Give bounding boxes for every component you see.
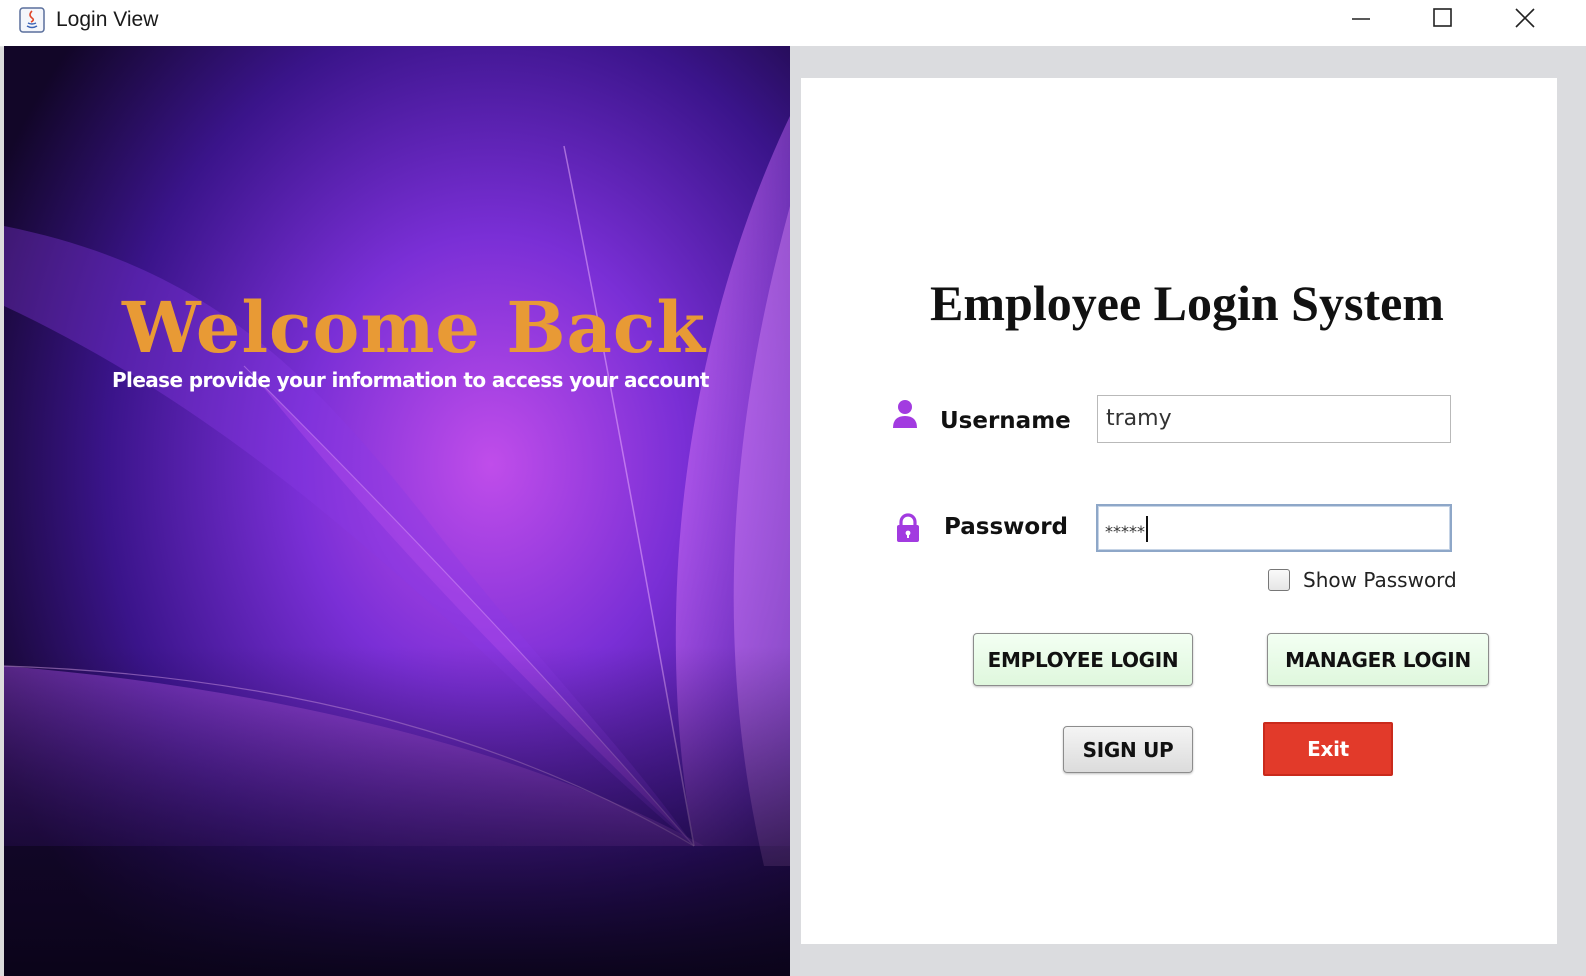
password-value: ***** [1105, 522, 1145, 541]
manager-login-button[interactable]: MANAGER LOGIN [1267, 633, 1489, 686]
form-heading: Employee Login System [930, 275, 1444, 331]
employee-login-button[interactable]: EMPLOYEE LOGIN [973, 633, 1193, 686]
maximize-button[interactable] [1404, 0, 1482, 40]
purple-petal-background [4, 46, 790, 976]
user-icon [891, 398, 919, 434]
sign-up-button[interactable]: SIGN UP [1063, 726, 1193, 773]
username-input[interactable]: tramy [1097, 395, 1451, 443]
exit-button[interactable]: Exit [1263, 722, 1393, 776]
welcome-subtitle: Please provide your information to acces… [112, 368, 709, 392]
lock-icon [895, 512, 921, 548]
password-input[interactable]: ***** [1096, 504, 1452, 552]
text-caret [1146, 516, 1148, 542]
java-app-icon [18, 6, 46, 34]
close-button[interactable] [1486, 0, 1564, 40]
close-icon [1515, 8, 1535, 28]
minimize-button[interactable] [1322, 0, 1400, 40]
login-form-card: Employee Login System Username tramy Pas… [801, 78, 1557, 944]
title-bar[interactable]: Login View [0, 0, 1586, 47]
maximize-icon [1433, 8, 1452, 27]
login-window: Login View Welcome Back Please provide y… [0, 0, 1586, 976]
password-label: Password [944, 514, 1068, 540]
show-password-label[interactable]: Show Password [1303, 568, 1457, 592]
minimize-icon [1352, 18, 1370, 20]
welcome-title: Welcome Back [122, 286, 706, 369]
welcome-panel: Welcome Back Please provide your informa… [4, 46, 790, 976]
username-value: tramy [1106, 406, 1172, 431]
show-password-checkbox[interactable] [1268, 569, 1290, 591]
window-title: Login View [56, 8, 159, 31]
username-label: Username [940, 408, 1071, 434]
